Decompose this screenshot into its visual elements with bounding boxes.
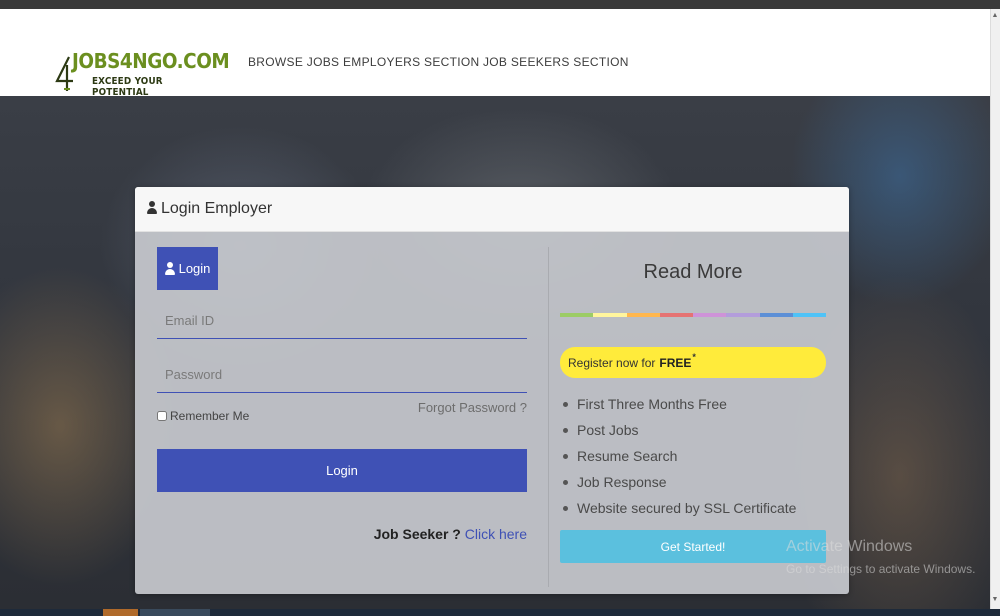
nav-employers-section[interactable]: EMPLOYERS SECTION bbox=[343, 55, 479, 69]
color-stripe-segment bbox=[626, 313, 660, 317]
remember-me-label: Remember Me bbox=[170, 409, 250, 423]
register-text: Register now for bbox=[568, 355, 656, 370]
activate-windows-subtitle: Go to Settings to activate Windows. bbox=[786, 562, 976, 576]
scroll-up-arrow-icon[interactable]: ▲ bbox=[991, 12, 999, 20]
taskbar-strip bbox=[0, 609, 1000, 616]
user-icon bbox=[147, 201, 157, 214]
user-icon bbox=[164, 262, 175, 275]
color-stripe-segment bbox=[726, 313, 760, 317]
card-title-text: Login Employer bbox=[161, 200, 273, 217]
color-stripe-segment bbox=[792, 313, 826, 317]
tab-login-label: Login bbox=[178, 261, 211, 276]
color-stripe-bar bbox=[560, 313, 826, 317]
color-stripe-segment bbox=[693, 313, 727, 317]
list-item: Website secured by SSL Certificate bbox=[563, 500, 837, 526]
card-header: Login Employer bbox=[135, 187, 849, 232]
password-field[interactable] bbox=[157, 357, 527, 393]
login-button[interactable]: Login bbox=[157, 449, 527, 492]
scroll-down-arrow-icon[interactable]: ▼ bbox=[991, 596, 999, 604]
site-header: JOBS4NGO.COM EXCEED YOUR POTENTIAL BROWS… bbox=[0, 9, 990, 99]
activate-windows-title: Activate Windows bbox=[786, 538, 913, 555]
login-card: Login Employer Login Remember Me Forgot … bbox=[135, 187, 849, 594]
list-item: Post Jobs bbox=[563, 422, 837, 448]
nav-job-seekers-section[interactable]: JOB SEEKERS SECTION bbox=[483, 55, 629, 69]
job-seeker-prompt: Job Seeker ? Click here bbox=[335, 526, 527, 542]
taskbar-item[interactable] bbox=[140, 609, 210, 616]
card-title: Login Employer bbox=[147, 200, 272, 218]
email-field[interactable] bbox=[157, 303, 527, 339]
tab-login[interactable]: Login bbox=[157, 247, 218, 290]
site-logo[interactable]: JOBS4NGO.COM EXCEED YOUR POTENTIAL bbox=[55, 49, 230, 99]
register-free-badge[interactable]: Register now for FREE * bbox=[560, 347, 826, 378]
color-stripe-segment bbox=[659, 313, 693, 317]
forgot-password-link[interactable]: Forgot Password ? bbox=[415, 400, 527, 415]
logo-tagline: EXCEED YOUR POTENTIAL bbox=[92, 76, 163, 98]
list-item: First Three Months Free bbox=[563, 396, 837, 422]
column-divider bbox=[548, 247, 549, 587]
list-item: Job Response bbox=[563, 474, 837, 500]
register-free-emphasis: FREE bbox=[659, 355, 692, 370]
job-seeker-label: Job Seeker ? bbox=[373, 526, 461, 542]
remember-me-checkbox[interactable] bbox=[157, 411, 167, 421]
window-top-strip bbox=[0, 0, 1000, 9]
remember-me[interactable]: Remember Me bbox=[157, 409, 249, 423]
logo-text: JOBS4NGO.COM bbox=[72, 49, 230, 73]
color-stripe-segment bbox=[759, 313, 793, 317]
color-stripe-segment bbox=[560, 313, 594, 317]
register-asterisk: * bbox=[692, 351, 696, 362]
color-stripe-segment bbox=[593, 313, 627, 317]
page-scrollbar[interactable] bbox=[990, 9, 1000, 609]
benefits-list: First Three Months Free Post Jobs Resume… bbox=[563, 396, 837, 526]
read-more-heading[interactable]: Read More bbox=[560, 261, 826, 284]
taskbar-item[interactable] bbox=[103, 609, 138, 616]
list-item: Resume Search bbox=[563, 448, 837, 474]
nav-browse-jobs[interactable]: BROWSE JOBS bbox=[248, 55, 339, 69]
job-seeker-click-here-link[interactable]: Click here bbox=[465, 526, 527, 542]
